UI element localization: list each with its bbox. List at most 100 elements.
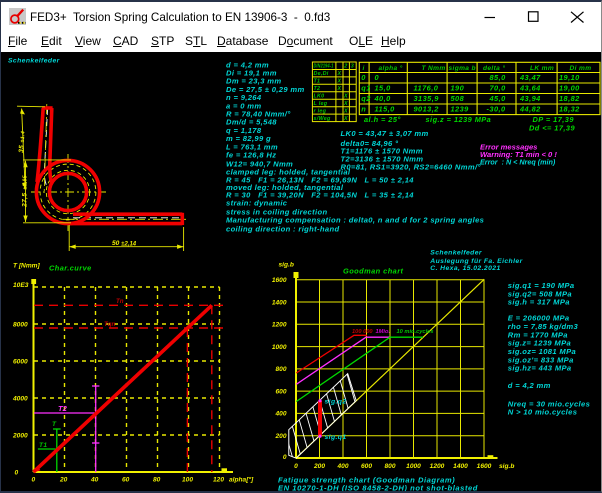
svg-text:190: 190 <box>451 84 465 93</box>
svg-text:800: 800 <box>275 366 286 373</box>
svg-text:Tqn: Tqn <box>104 321 116 328</box>
svg-text:coiling direction : right-hand: coiling direction : right-hand <box>226 225 339 234</box>
svg-text:0: 0 <box>375 73 380 82</box>
svg-text:-30,0: -30,0 <box>487 105 507 114</box>
svg-text:Di mm: Di mm <box>570 65 592 72</box>
svg-text:100: 100 <box>182 477 193 484</box>
svg-text:sig.z = 1239 MPa: sig.z = 1239 MPa <box>426 115 492 124</box>
svg-text:0: 0 <box>294 463 298 470</box>
svg-text:200: 200 <box>313 463 325 470</box>
svg-text:40,0: 40,0 <box>374 94 392 103</box>
svg-text:N > 10 mio.cycles: N > 10 mio.cycles <box>508 407 577 416</box>
svg-text:delta °: delta ° <box>483 64 505 72</box>
svg-text:15,0: 15,0 <box>375 84 392 93</box>
svg-text:3: 3 <box>351 64 354 70</box>
svg-text:C. Hexa, 15.02.2021: C. Hexa, 15.02.2021 <box>430 265 500 272</box>
svg-text:r leg: r leg <box>314 108 327 114</box>
svg-text:sig.b: sig.b <box>279 262 294 269</box>
svg-text:80: 80 <box>153 477 161 484</box>
svg-text:2000: 2000 <box>12 433 28 440</box>
svg-text:115,0: 115,0 <box>375 105 396 114</box>
svg-text:T [Nmm]: T [Nmm] <box>13 263 41 270</box>
svg-text:0: 0 <box>283 454 287 461</box>
svg-text:1176,0: 1176,0 <box>414 84 439 93</box>
svg-text:10E3: 10E3 <box>13 282 29 289</box>
svg-text:LK0 = 43,47 ± 3,07 mm: LK0 = 43,47 ± 3,07 mm <box>341 129 429 138</box>
svg-text:60: 60 <box>122 477 130 484</box>
svg-text:9013,2: 9013,2 <box>414 105 440 114</box>
svg-text:6000: 6000 <box>13 359 28 366</box>
svg-text:T Nmm: T Nmm <box>422 65 446 72</box>
svg-text:0: 0 <box>32 477 36 484</box>
svg-text:q2: q2 <box>361 94 371 103</box>
svg-text:45,0: 45,0 <box>489 94 507 103</box>
svg-text:al.h = 25°: al.h = 25° <box>364 115 401 124</box>
svg-text:L leg: L leg <box>314 101 328 107</box>
svg-text:T2: T2 <box>58 404 68 413</box>
svg-text:Char.curve: Char.curve <box>49 264 92 273</box>
svg-text:Schenkelfeder: Schenkelfeder <box>430 249 482 256</box>
svg-text:43,64: 43,64 <box>519 84 541 93</box>
svg-text:1600: 1600 <box>477 463 492 470</box>
svg-text:q1: q1 <box>361 84 371 93</box>
svg-text:sig.h = 317 MPa: sig.h = 317 MPa <box>508 297 570 306</box>
svg-text:600: 600 <box>361 463 372 470</box>
svg-text:X: X <box>343 101 348 107</box>
svg-text:X: X <box>343 108 348 114</box>
svg-text:Dd <= 17,39: Dd <= 17,39 <box>529 123 575 132</box>
svg-text:i: i <box>363 65 365 72</box>
svg-text:100 000: 100 000 <box>352 329 373 335</box>
svg-text:sig.q2: sig.q2 <box>325 399 347 406</box>
svg-text:2: 2 <box>343 64 347 70</box>
svg-text:27,5±2.85: 27,5±2.85 <box>21 175 28 208</box>
svg-text:fe = 126,8 Hz: fe = 126,8 Hz <box>226 151 276 160</box>
svg-text:0: 0 <box>361 73 366 82</box>
svg-text:alpha °: alpha ° <box>379 64 403 72</box>
svg-text:X: X <box>337 79 342 85</box>
svg-text:600: 600 <box>275 388 286 395</box>
svg-text:1000: 1000 <box>272 344 287 351</box>
svg-text:De,Di: De,Di <box>314 71 329 77</box>
svg-text:18,82: 18,82 <box>559 94 580 103</box>
svg-text:sig.b: sig.b <box>499 463 514 470</box>
svg-text:alpha[°]: alpha[°] <box>229 476 254 484</box>
svg-text:1000: 1000 <box>406 463 421 470</box>
svg-text:70,0: 70,0 <box>490 84 507 93</box>
svg-text:3135,9: 3135,9 <box>414 94 440 103</box>
svg-text:200: 200 <box>274 433 286 440</box>
svg-text:Auslegung für Fa. Eichler: Auslegung für Fa. Eichler <box>429 258 522 265</box>
svg-text:0: 0 <box>15 470 19 477</box>
svg-text:s/Weg: s/Weg <box>314 116 331 122</box>
svg-text:Goodman chart: Goodman chart <box>343 267 404 276</box>
svg-text:strain: dynamic: strain: dynamic <box>226 199 288 208</box>
svg-text:EN 10270-1-DH (ISO 8458-2-DH): EN 10270-1-DH (ISO 8458-2-DH) not shot-b… <box>278 484 478 493</box>
svg-text:T: T <box>52 421 57 428</box>
svg-text:40: 40 <box>90 477 99 484</box>
svg-text:19,00: 19,00 <box>559 84 580 93</box>
svg-text:X: X <box>337 71 342 77</box>
svg-text:DIN2194-1: DIN2194-1 <box>314 64 334 70</box>
svg-text:1Mio.: 1Mio. <box>376 329 391 335</box>
svg-text:R0=81, RS1=3920, RS2=6460 Nmm/: R0=81, RS1=3920, RS2=6460 Nmm/° <box>341 162 482 171</box>
svg-text:400: 400 <box>274 411 286 418</box>
svg-text:sig.hz= 443 MPa: sig.hz= 443 MPa <box>508 363 572 372</box>
svg-text:35 ±1.4: 35 ±1.4 <box>18 131 27 153</box>
svg-text:10 mio.cycles: 10 mio.cycles <box>397 329 434 335</box>
svg-text:1400: 1400 <box>453 463 468 470</box>
svg-text:n: n <box>361 105 366 114</box>
svg-text:Tn: Tn <box>116 298 124 305</box>
svg-text:18,32: 18,32 <box>559 105 580 114</box>
svg-text:8000: 8000 <box>13 322 28 329</box>
svg-text:43,47: 43,47 <box>519 73 541 82</box>
svg-text:400: 400 <box>336 463 348 470</box>
svg-text:120: 120 <box>213 477 224 484</box>
svg-text:Schenkelfeder: Schenkelfeder <box>8 58 60 65</box>
svg-text:sigma b: sigma b <box>449 65 476 72</box>
svg-text:Error : N < Nreq (min): Error : N < Nreq (min) <box>480 158 556 167</box>
svg-text:X: X <box>337 86 342 92</box>
svg-text:1400: 1400 <box>272 299 287 306</box>
svg-text:Manufacturing compensation : d: Manufacturing compensation : delta0, n a… <box>226 216 484 225</box>
svg-text:T2: T2 <box>314 86 321 92</box>
svg-text:19,10: 19,10 <box>559 73 580 82</box>
svg-text:1239: 1239 <box>451 105 470 114</box>
